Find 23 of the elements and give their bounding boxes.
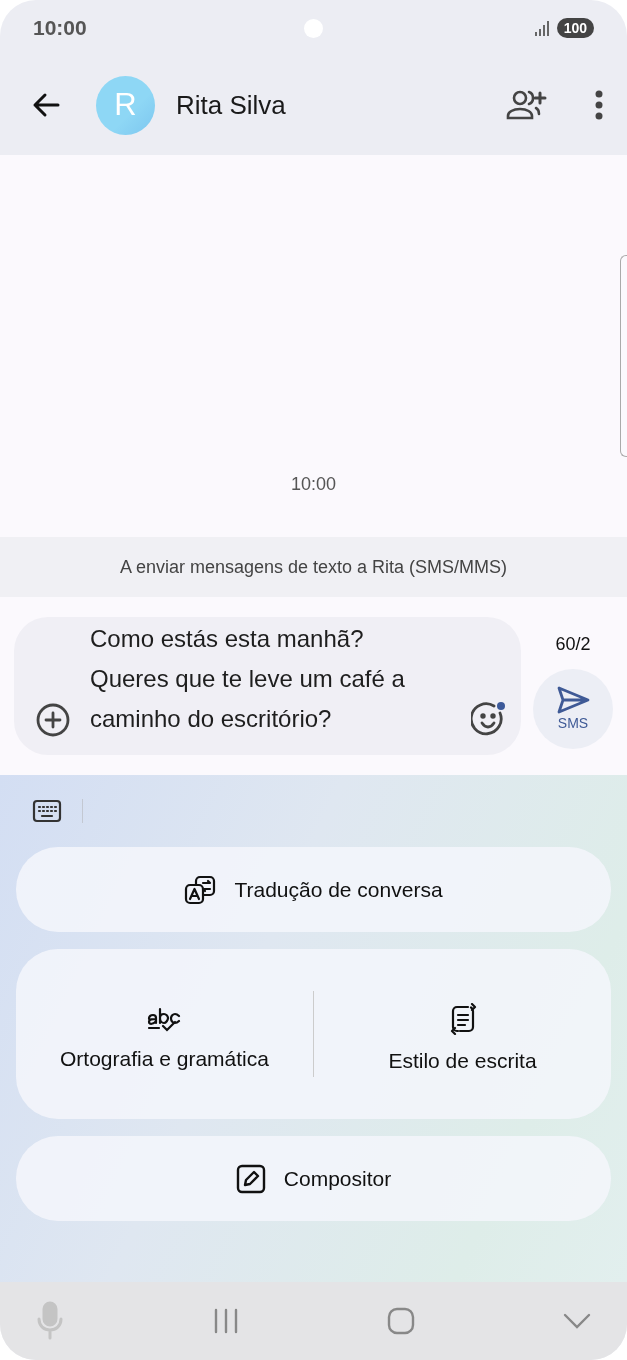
add-icon[interactable] [36,703,70,737]
assist-button[interactable]: Estilo de escrita [314,949,611,1119]
message-timestamp: 10:00 [290,474,336,495]
assist-button[interactable]: Ortografia e gramática [16,949,313,1119]
character-counter: 60/2 [555,633,591,655]
add-person-icon[interactable] [505,89,547,121]
keyboard-icon[interactable] [32,799,62,823]
edit-icon [235,1163,266,1194]
status-time: 10:00 [33,15,87,40]
message-field[interactable]: Como estás esta manhã? Queres que te leve um café a caminho do escritório? [14,617,521,755]
signal-icon [534,19,551,36]
battery-level: 100 [556,17,594,38]
assist-button[interactable]: Tradução de conversa [16,847,611,932]
sms-banner-text: A enviar mensagens de texto a Rita (SMS/MMS) [119,556,508,578]
send-button[interactable]: SMS [533,668,613,749]
send-icon [556,686,590,714]
assist-button[interactable]: Compositor [16,1136,611,1221]
home-icon[interactable] [387,1307,416,1335]
translate-icon [184,873,217,906]
contact-name: Rita Silva [176,89,286,121]
hide-keyboard-icon[interactable] [561,1312,592,1330]
emoji-icon[interactable] [471,701,507,737]
more-icon[interactable] [595,90,603,120]
